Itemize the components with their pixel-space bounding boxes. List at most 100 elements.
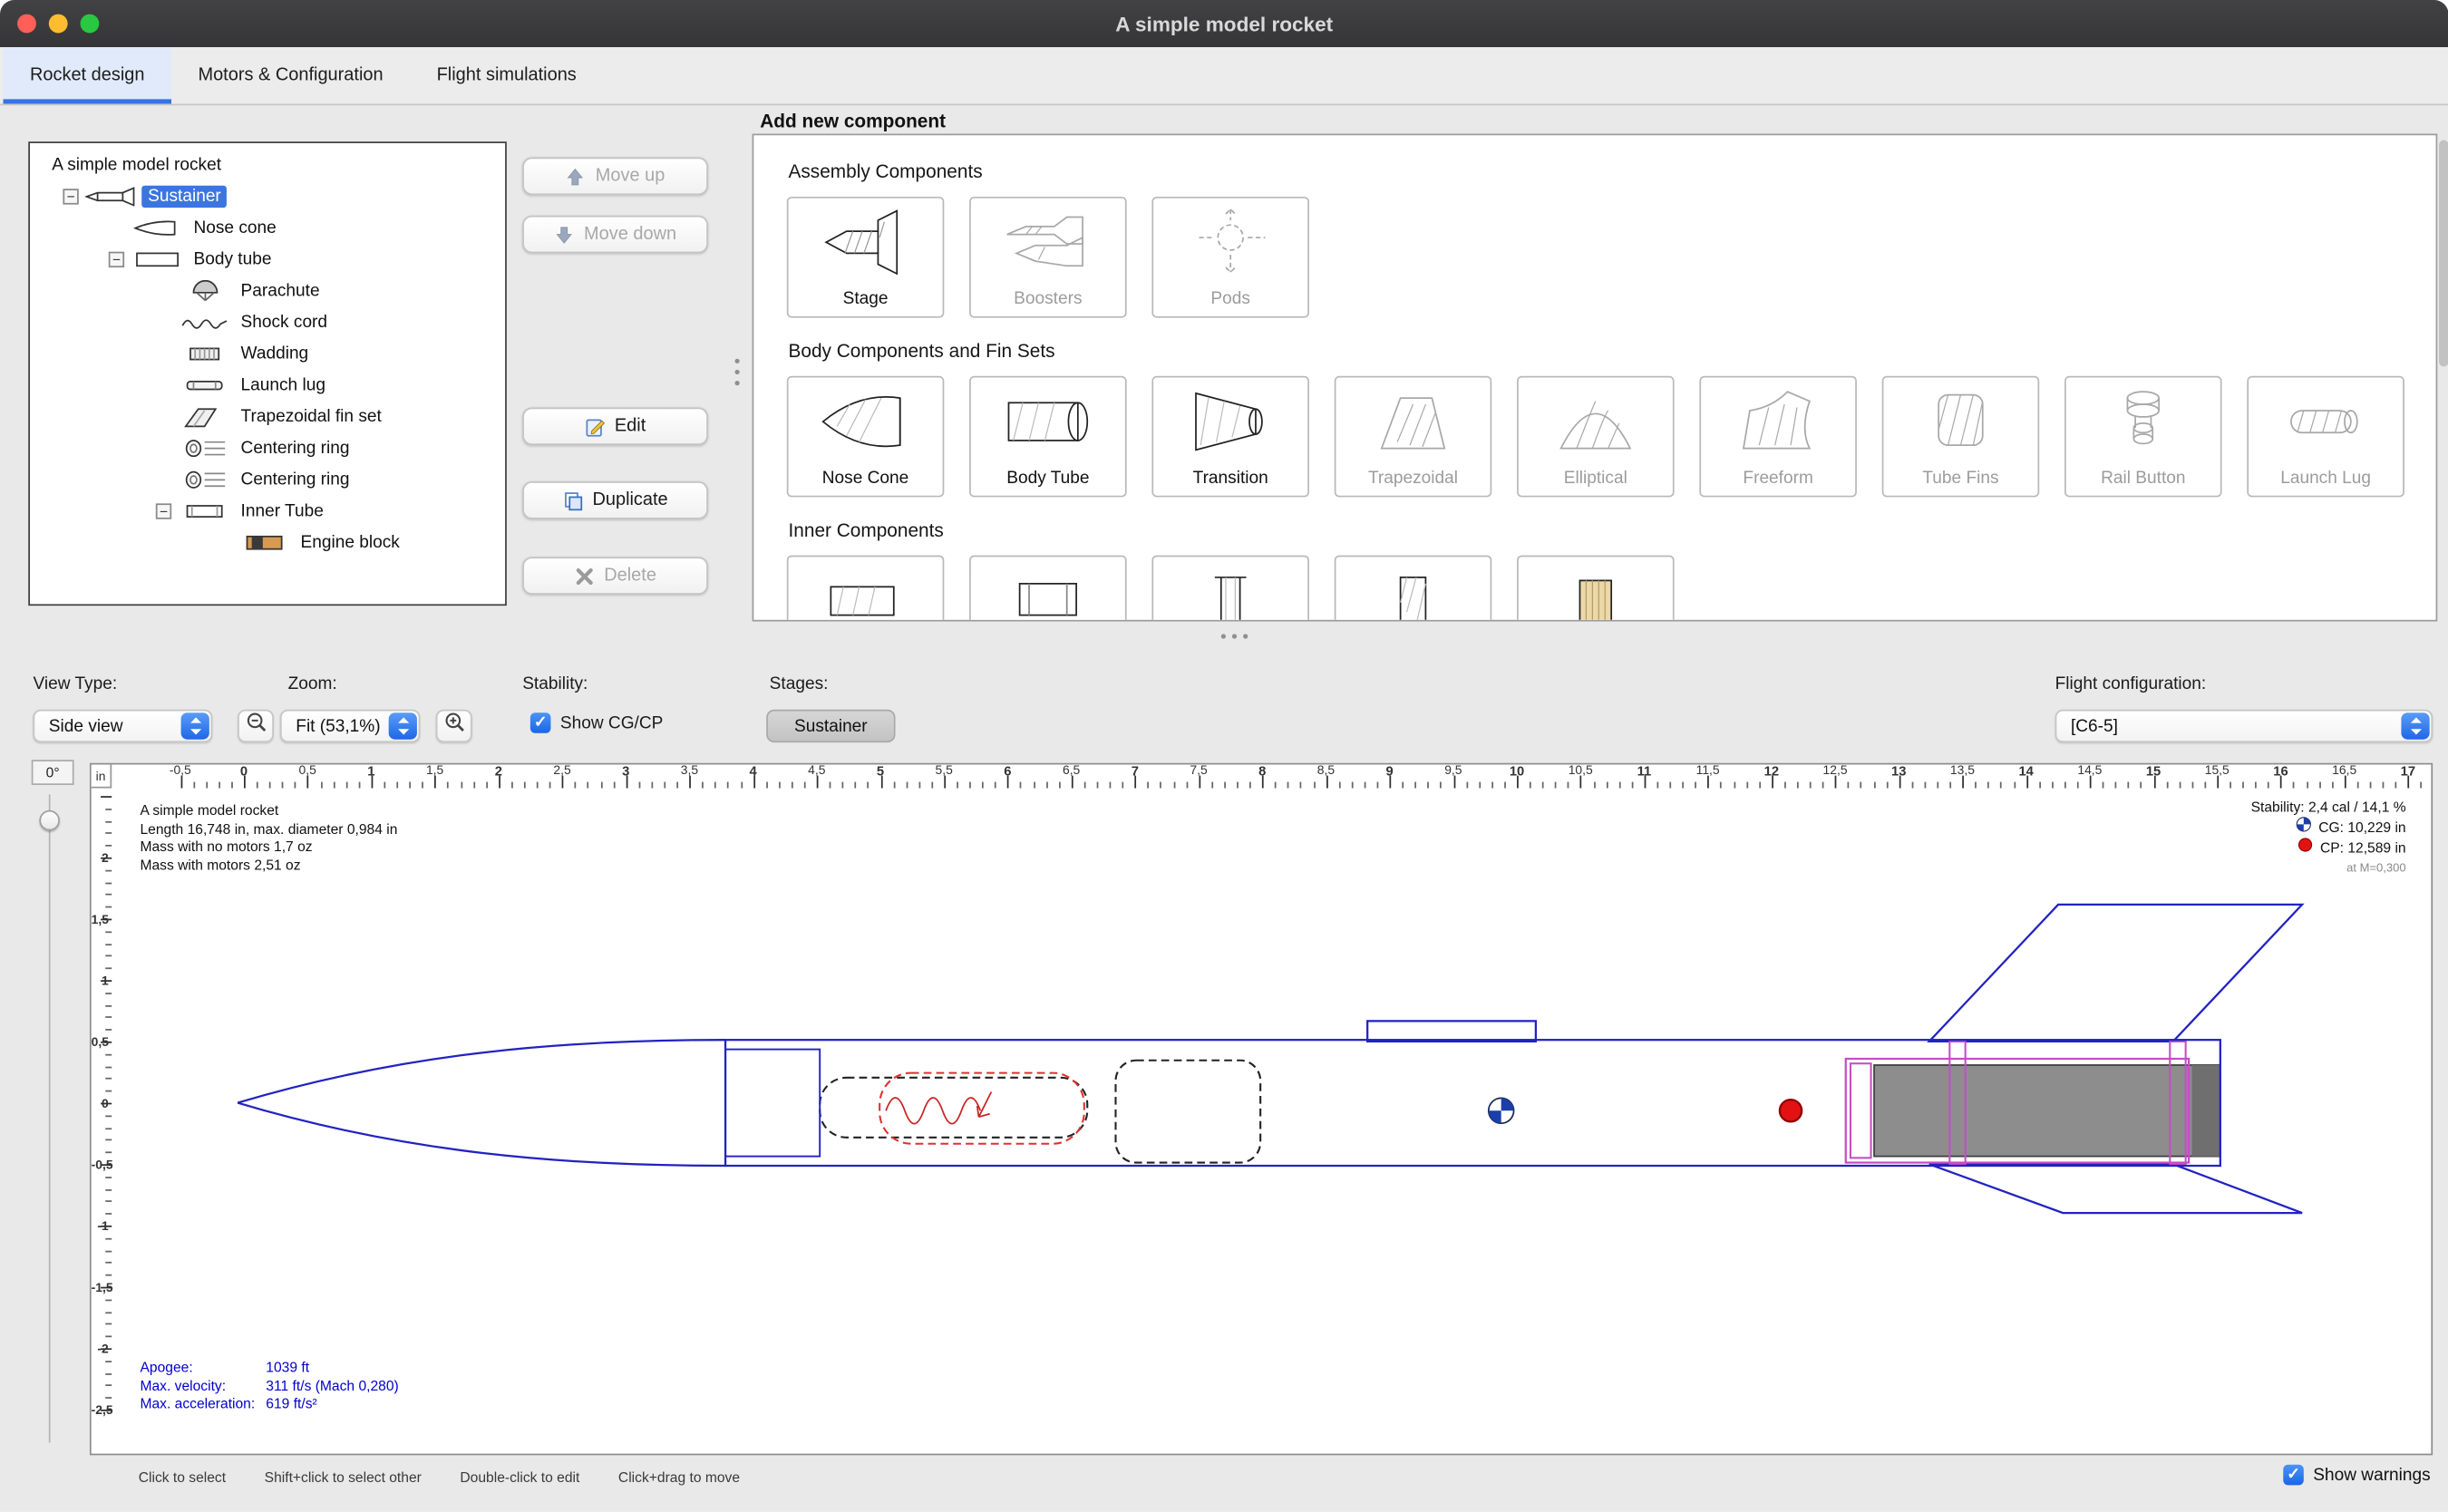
- delete-button[interactable]: Delete: [522, 557, 708, 595]
- add-nose-cone-button[interactable]: Nose Cone: [787, 376, 945, 498]
- move-down-button[interactable]: Move down: [522, 216, 708, 254]
- tab-bar: Rocket design Motors & Configuration Fli…: [0, 47, 2448, 105]
- card-label: Pods: [1210, 289, 1250, 308]
- add-rail-button-button[interactable]: Rail Button: [2064, 376, 2222, 498]
- add-engine-block-card-button[interactable]: [1517, 556, 1675, 622]
- tree-item-label: Launch lug: [235, 374, 332, 396]
- tree-item-body-tube[interactable]: − Body tube: [30, 244, 505, 276]
- add-coupler-card-button[interactable]: [969, 556, 1127, 622]
- tab-motors-configuration[interactable]: Motors & Configuration: [171, 47, 410, 103]
- add-inner-tube-card-button[interactable]: [787, 556, 945, 622]
- tree-item-label: Body tube: [188, 248, 278, 270]
- delete-icon: [574, 566, 595, 586]
- magnifier-plus-icon: [443, 711, 465, 741]
- launch-lug-outline: [1367, 1021, 1536, 1042]
- rocket-design-canvas[interactable]: in -0,500,511,522,533,544,555,566,577,58…: [90, 763, 2433, 1456]
- launch-lug-card-icon: [2249, 385, 2403, 458]
- add-new-component-title: Add new component: [760, 110, 946, 131]
- section-heading-assembly-components: Assembly Components: [789, 160, 2404, 182]
- horizontal-split-handle[interactable]: [1221, 634, 1248, 638]
- button-label: Edit: [615, 417, 646, 436]
- openrocket-window: A simple model rocket Rocket design Moto…: [0, 0, 2448, 1512]
- zoom-select[interactable]: Fit (53,1%): [280, 710, 420, 742]
- tree-item-centering-ring[interactable]: Centering ring: [30, 432, 505, 464]
- tree-item-centering-ring[interactable]: Centering ring: [30, 464, 505, 496]
- flight-readout: Apogee:1039 ft Max. velocity:311 ft/s (M…: [140, 1359, 398, 1413]
- add-bulkhead-card-button[interactable]: [1151, 556, 1309, 622]
- parachute-outline: [879, 1073, 1084, 1144]
- flight-configuration-select[interactable]: [C6-5]: [2055, 710, 2433, 742]
- tab-rocket-design[interactable]: Rocket design: [3, 47, 170, 103]
- tree-item-parachute[interactable]: Parachute: [30, 276, 505, 307]
- motor: [1874, 1065, 2220, 1157]
- rotation-slider-track[interactable]: [49, 794, 51, 1442]
- zoom-value: Fit (53,1%): [296, 717, 380, 736]
- max-acceleration-value: 619 ft/s²: [266, 1396, 316, 1411]
- tube-fins-icon: [1883, 385, 2037, 458]
- tree-item-a-simple-model-rocket[interactable]: A simple model rocket: [30, 150, 505, 181]
- arrow-up-icon: [566, 166, 587, 187]
- zoom-label: Zoom:: [288, 675, 337, 694]
- bulkhead-card-icon: [1153, 565, 1307, 621]
- add-body-tube-button[interactable]: Body Tube: [969, 376, 1127, 498]
- edit-button[interactable]: Edit: [522, 408, 708, 446]
- stage-toggle-sustainer[interactable]: Sustainer: [766, 710, 895, 742]
- tree-item-nose-cone[interactable]: Nose cone: [30, 212, 505, 244]
- max-velocity-value: 311 ft/s (Mach 0,280): [266, 1378, 398, 1393]
- move-up-button[interactable]: Move up: [522, 158, 708, 196]
- trapezoidal-icon: [1336, 385, 1490, 458]
- add-stage-button[interactable]: Stage: [787, 197, 945, 318]
- stability-label: Stability:: [522, 675, 588, 694]
- add-component-panel: Assembly Components StageBoosters Pods Body…: [753, 134, 2438, 622]
- zoom-in-button[interactable]: [436, 710, 472, 742]
- vertical-split-handle[interactable]: [734, 359, 739, 386]
- tab-flight-simulations[interactable]: Flight simulations: [410, 47, 603, 103]
- elliptical-icon: [1519, 385, 1673, 458]
- tree-item-trapezoidal-fin-set[interactable]: Trapezoidal fin set: [30, 402, 505, 433]
- tree-item-launch-lug[interactable]: Launch lug: [30, 370, 505, 402]
- add-launch-lug-button[interactable]: Launch Lug: [2247, 376, 2404, 498]
- nose-shoulder-outline: [725, 1050, 820, 1157]
- rocket-length: Length 16,748 in, max. diameter 0,984 in: [140, 820, 397, 838]
- tree-item-label: Sustainer: [141, 186, 228, 208]
- rotation-slider-knob[interactable]: [39, 810, 60, 831]
- add-tube-fins-button[interactable]: Tube Fins: [1882, 376, 2040, 498]
- arrow-down-icon: [554, 224, 575, 245]
- show-cgcp-label: Show CG/CP: [560, 713, 664, 732]
- coupler-card-icon: [971, 565, 1125, 621]
- tree-expander[interactable]: −: [109, 252, 124, 267]
- tree-item-wadding[interactable]: Wadding: [30, 338, 505, 370]
- titlebar: A simple model rocket: [0, 0, 2448, 47]
- add-boosters-button[interactable]: Boosters: [969, 197, 1127, 318]
- tree-item-shock-cord[interactable]: Shock cord: [30, 306, 505, 338]
- tree-item-sustainer[interactable]: − Sustainer: [30, 181, 505, 213]
- duplicate-button[interactable]: Duplicate: [522, 481, 708, 519]
- add-panel-scrollbar[interactable]: [2439, 140, 2448, 366]
- flight-configuration-label: Flight configuration:: [2055, 675, 2207, 694]
- tree-item-label: Centering ring: [235, 469, 356, 490]
- view-type-select[interactable]: Side view: [33, 710, 212, 742]
- inner-tube-card-icon: [789, 565, 943, 621]
- add-trapezoidal-button[interactable]: Trapezoidal: [1335, 376, 1492, 498]
- fin-upper: [1929, 905, 2302, 1042]
- shock-cord-outline: [820, 1078, 1087, 1138]
- tree-expander[interactable]: −: [156, 503, 171, 519]
- add-elliptical-button[interactable]: Elliptical: [1517, 376, 1675, 498]
- tree-item-label: Centering ring: [235, 437, 356, 459]
- chevron-updown-icon: [181, 712, 209, 740]
- add-pods-button[interactable]: Pods: [1151, 197, 1309, 318]
- add-freeform-button[interactable]: Freeform: [1699, 376, 1857, 498]
- max-velocity-label: Max. velocity:: [140, 1378, 266, 1396]
- tree-expander[interactable]: −: [63, 189, 78, 204]
- add-transition-button[interactable]: Transition: [1151, 376, 1309, 498]
- show-warnings-checkbox[interactable]: ✓: [2283, 1465, 2304, 1486]
- shock-cord-spring: [886, 1098, 980, 1124]
- tree-item-label: Trapezoidal fin set: [235, 406, 388, 428]
- component-tree[interactable]: A simple model rocket − Sustainer Nose cone…: [28, 141, 507, 606]
- show-cgcp-checkbox[interactable]: ✓: [530, 712, 551, 733]
- add-centering-ring-card-button[interactable]: [1335, 556, 1492, 622]
- tree-item-inner-tube[interactable]: −Inner Tube: [30, 496, 505, 528]
- tree-item-engine-block[interactable]: Engine block: [30, 527, 505, 558]
- card-label: Freeform: [1743, 469, 1812, 488]
- zoom-out-button[interactable]: [238, 710, 274, 742]
